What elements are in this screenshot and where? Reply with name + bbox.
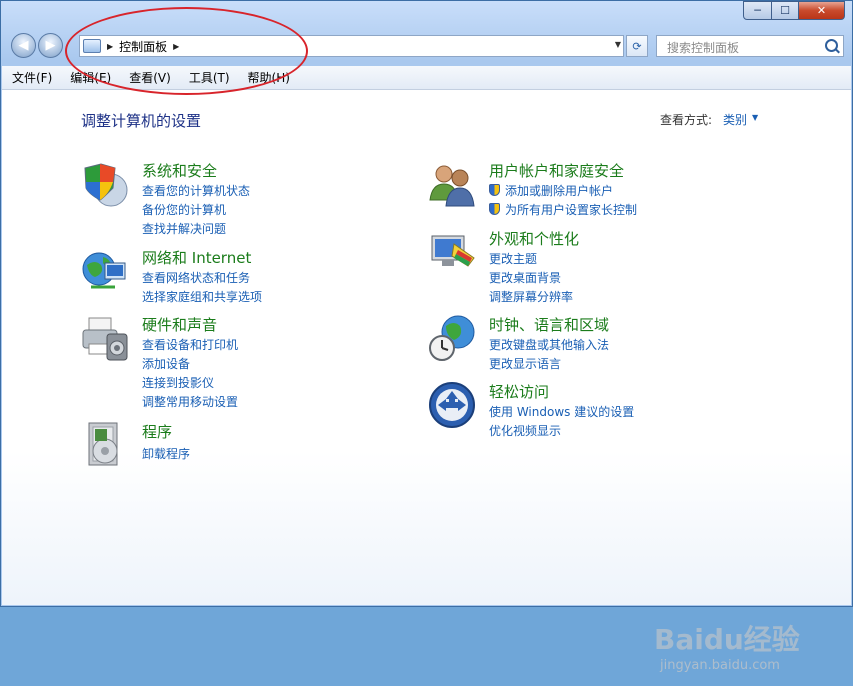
category-ease-of-access: 轻松访问 使用 Windows 建议的设置 优化视频显示 [428,381,758,441]
link-mobility-settings[interactable]: 调整常用移动设置 [142,393,238,410]
menu-bar: 文件(F) 编辑(E) 查看(V) 工具(T) 帮助(H) [2,66,851,90]
link-add-remove-users[interactable]: 添加或删除用户帐户 [489,182,613,199]
main-content: 调整计算机的设置 查看方式: 类别 ▼ 系统和安全 查看您的计算机状态 备份您的… [2,90,851,673]
menu-tools[interactable]: 工具(T) [181,69,238,86]
link-backup-computer[interactable]: 备份您的计算机 [142,201,226,218]
menu-help[interactable]: 帮助(H) [240,69,298,86]
programs-box-icon[interactable] [81,421,129,469]
link-parental-controls[interactable]: 为所有用户设置家长控制 [489,201,637,218]
close-button[interactable]: ✕ [798,1,845,20]
category-hardware-sound: 硬件和声音 查看设备和打印机 添加设备 连接到投影仪 调整常用移动设置 [81,314,381,409]
link-display-language[interactable]: 更改显示语言 [489,355,561,372]
back-button[interactable]: ◀ [11,33,36,58]
refresh-button[interactable]: ⟳ [626,35,648,57]
link-add-device[interactable]: 添加设备 [142,355,190,372]
category-user-accounts: 用户帐户和家庭安全 添加或删除用户帐户 为所有用户设置家长控制 [428,160,758,220]
clock-globe-icon[interactable] [428,314,476,362]
link-uninstall-program[interactable]: 卸载程序 [142,445,190,462]
printer-speaker-icon[interactable] [81,314,129,362]
uac-shield-icon [489,184,500,196]
view-by-dropdown[interactable]: 类别 [723,111,747,128]
navigation-bar: ◀ ▶ ▶ 控制面板 ▶ ▼ ⟳ 搜索控制面板 [1,29,852,65]
watermark-logo: Baidu经验 [654,623,800,656]
link-recommended-settings[interactable]: 使用 Windows 建议的设置 [489,403,634,420]
chevron-down-icon[interactable]: ▼ [752,113,758,122]
watermark-url: jingyan.baidu.com [660,658,780,673]
shield-computer-icon[interactable] [81,160,129,208]
users-icon[interactable] [428,160,476,208]
network-globe-icon[interactable] [81,247,129,295]
category-title[interactable]: 轻松访问 [489,381,549,402]
baidu-watermark: Baidu经验 jingyan.baidu.com [654,618,814,686]
link-change-theme[interactable]: 更改主题 [489,250,537,267]
link-troubleshoot[interactable]: 查找并解决问题 [142,220,226,237]
breadcrumb-control-panel[interactable]: 控制面板 [119,38,167,55]
minimize-button[interactable]: ─ [743,1,772,20]
search-icon[interactable] [825,39,838,52]
search-placeholder: 搜索控制面板 [667,41,740,55]
link-devices-printers[interactable]: 查看设备和打印机 [142,336,238,353]
category-appearance: 外观和个性化 更改主题 更改桌面背景 调整屏幕分辨率 [428,228,758,304]
category-title[interactable]: 外观和个性化 [489,228,579,249]
ease-of-access-icon[interactable] [428,381,476,429]
control-panel-icon [83,39,101,53]
menu-file[interactable]: 文件(F) [4,69,60,86]
control-panel-window: ─ ☐ ✕ ◀ ▶ ▶ 控制面板 ▶ ▼ ⟳ 搜索控制面板 文件(F) 编辑(E… [0,0,853,673]
link-keyboard-input[interactable]: 更改键盘或其他输入法 [489,336,609,353]
monitor-palette-icon[interactable] [428,228,476,276]
address-dropdown-icon[interactable]: ▼ [615,40,621,49]
title-bar: ─ ☐ ✕ [1,1,852,27]
category-title[interactable]: 用户帐户和家庭安全 [489,160,624,181]
category-programs: 程序 卸载程序 [81,421,381,471]
breadcrumb-arrow-icon[interactable]: ▶ [107,42,113,51]
category-title[interactable]: 时钟、语言和区域 [489,314,609,335]
menu-edit[interactable]: 编辑(E) [62,69,119,86]
view-by-label: 查看方式: [660,113,713,127]
link-change-background[interactable]: 更改桌面背景 [489,269,561,286]
breadcrumb-arrow-icon[interactable]: ▶ [173,42,179,51]
category-title[interactable]: 程序 [142,421,172,442]
category-title[interactable]: 网络和 Internet [142,247,251,268]
link-network-status[interactable]: 查看网络状态和任务 [142,269,250,286]
category-clock-language-region: 时钟、语言和区域 更改键盘或其他输入法 更改显示语言 [428,314,758,374]
maximize-button[interactable]: ☐ [771,1,799,20]
category-title[interactable]: 硬件和声音 [142,314,217,335]
category-system-security: 系统和安全 查看您的计算机状态 备份您的计算机 查找并解决问题 [81,160,381,236]
search-input[interactable]: 搜索控制面板 [656,35,844,57]
link-connect-projector[interactable]: 连接到投影仪 [142,374,214,391]
link-view-computer-status[interactable]: 查看您的计算机状态 [142,182,250,199]
menu-view[interactable]: 查看(V) [121,69,179,86]
uac-shield-icon [489,203,500,215]
link-homegroup-sharing[interactable]: 选择家庭组和共享选项 [142,288,262,305]
category-title[interactable]: 系统和安全 [142,160,217,181]
forward-button[interactable]: ▶ [38,33,63,58]
page-title: 调整计算机的设置 [81,112,202,130]
link-optimize-display[interactable]: 优化视频显示 [489,422,561,439]
category-network-internet: 网络和 Internet 查看网络状态和任务 选择家庭组和共享选项 [81,247,381,307]
link-screen-resolution[interactable]: 调整屏幕分辨率 [489,288,573,305]
address-bar[interactable]: ▶ 控制面板 ▶ ▼ [79,35,624,57]
